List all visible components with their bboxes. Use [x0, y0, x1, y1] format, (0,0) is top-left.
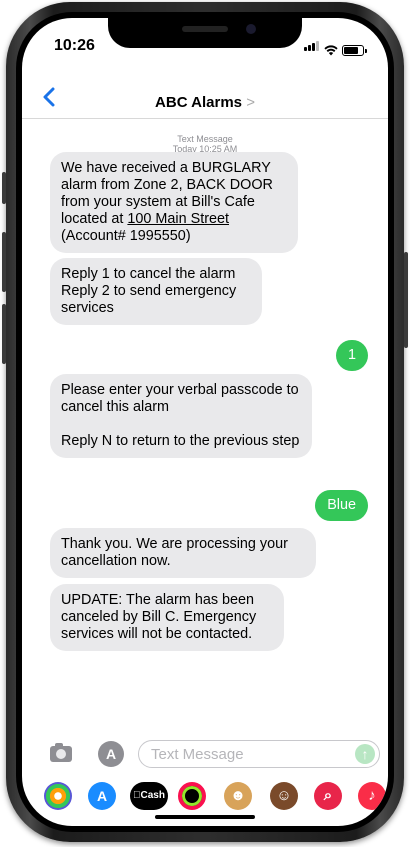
- app-drawer: A Cash ☻ ☺ ⌕ ♪: [22, 776, 388, 816]
- notch: [108, 18, 302, 48]
- signal-icon: [304, 38, 320, 56]
- message-bubble-incoming[interactable]: Please enter your verbal passcode to can…: [50, 374, 312, 458]
- message-bubble-incoming[interactable]: We have received a BURGLARY alarm from Z…: [50, 152, 298, 253]
- message-bubble-outgoing[interactable]: Blue: [315, 490, 368, 521]
- front-camera: [246, 24, 256, 34]
- photos-icon[interactable]: [44, 782, 72, 810]
- message-text: Thank you. We are processing your cancel…: [61, 536, 292, 569]
- phone-frame: 10:26 ABC Alarms > Text Message Today 10…: [2, 2, 408, 842]
- message-text: Blue: [327, 497, 356, 513]
- composer-bar: A Text Message ↑: [22, 736, 388, 772]
- message-bubble-incoming[interactable]: Reply 1 to cancel the alarm Reply 2 to s…: [50, 258, 262, 325]
- memoji-icon[interactable]: ☻: [224, 782, 252, 810]
- message-meta: Text Message Today 10:25 AM: [22, 134, 388, 154]
- send-arrow-icon[interactable]: ↑: [355, 744, 375, 764]
- conversation-header: ABC Alarms >: [22, 76, 388, 119]
- app-store-icon[interactable]: A: [88, 782, 116, 810]
- activity-icon[interactable]: [178, 782, 206, 810]
- message-text: UPDATE: The alarm has been canceled by B…: [61, 592, 261, 642]
- status-time: 10:26: [54, 37, 95, 54]
- message-bubble-incoming[interactable]: UPDATE: The alarm has been canceled by B…: [50, 584, 284, 651]
- status-icons: [304, 38, 367, 56]
- volume-down-button: [2, 304, 6, 364]
- search-images-icon[interactable]: ⌕: [314, 782, 342, 810]
- message-text: (Account# 1995550): [61, 228, 191, 244]
- contact-name[interactable]: ABC Alarms >: [22, 94, 388, 111]
- message-text: Reply 1 to cancel the alarm Reply 2 to s…: [61, 266, 237, 316]
- home-indicator[interactable]: [155, 815, 255, 819]
- screen: 10:26 ABC Alarms > Text Message Today 10…: [22, 18, 388, 826]
- message-text: 1: [347, 347, 356, 363]
- contact-title: ABC Alarms: [155, 94, 243, 111]
- app-store-icon[interactable]: A: [98, 741, 124, 767]
- camera-icon[interactable]: [50, 743, 72, 762]
- mute-switch: [2, 172, 6, 204]
- message-bubble-incoming[interactable]: Thank you. We are processing your cancel…: [50, 528, 316, 578]
- message-text: Please enter your verbal passcode to can…: [61, 382, 300, 449]
- side-button: [404, 252, 408, 348]
- message-bubble-outgoing[interactable]: 1: [335, 340, 368, 371]
- message-input[interactable]: Text Message ↑: [138, 740, 380, 768]
- music-icon[interactable]: ♪: [358, 782, 386, 810]
- animoji-icon[interactable]: ☺: [270, 782, 298, 810]
- speaker-grille: [182, 26, 228, 32]
- message-input-placeholder: Text Message: [151, 746, 244, 763]
- address-link[interactable]: 100 Main Street: [127, 211, 229, 227]
- volume-up-button: [2, 232, 6, 292]
- cash-icon[interactable]: Cash: [130, 782, 168, 810]
- chevron-right-icon: >: [246, 94, 255, 111]
- message-type-label: Text Message: [177, 134, 233, 144]
- cash-label: Cash: [136, 790, 165, 801]
- wifi-icon: [324, 45, 338, 56]
- battery-icon: [342, 45, 367, 56]
